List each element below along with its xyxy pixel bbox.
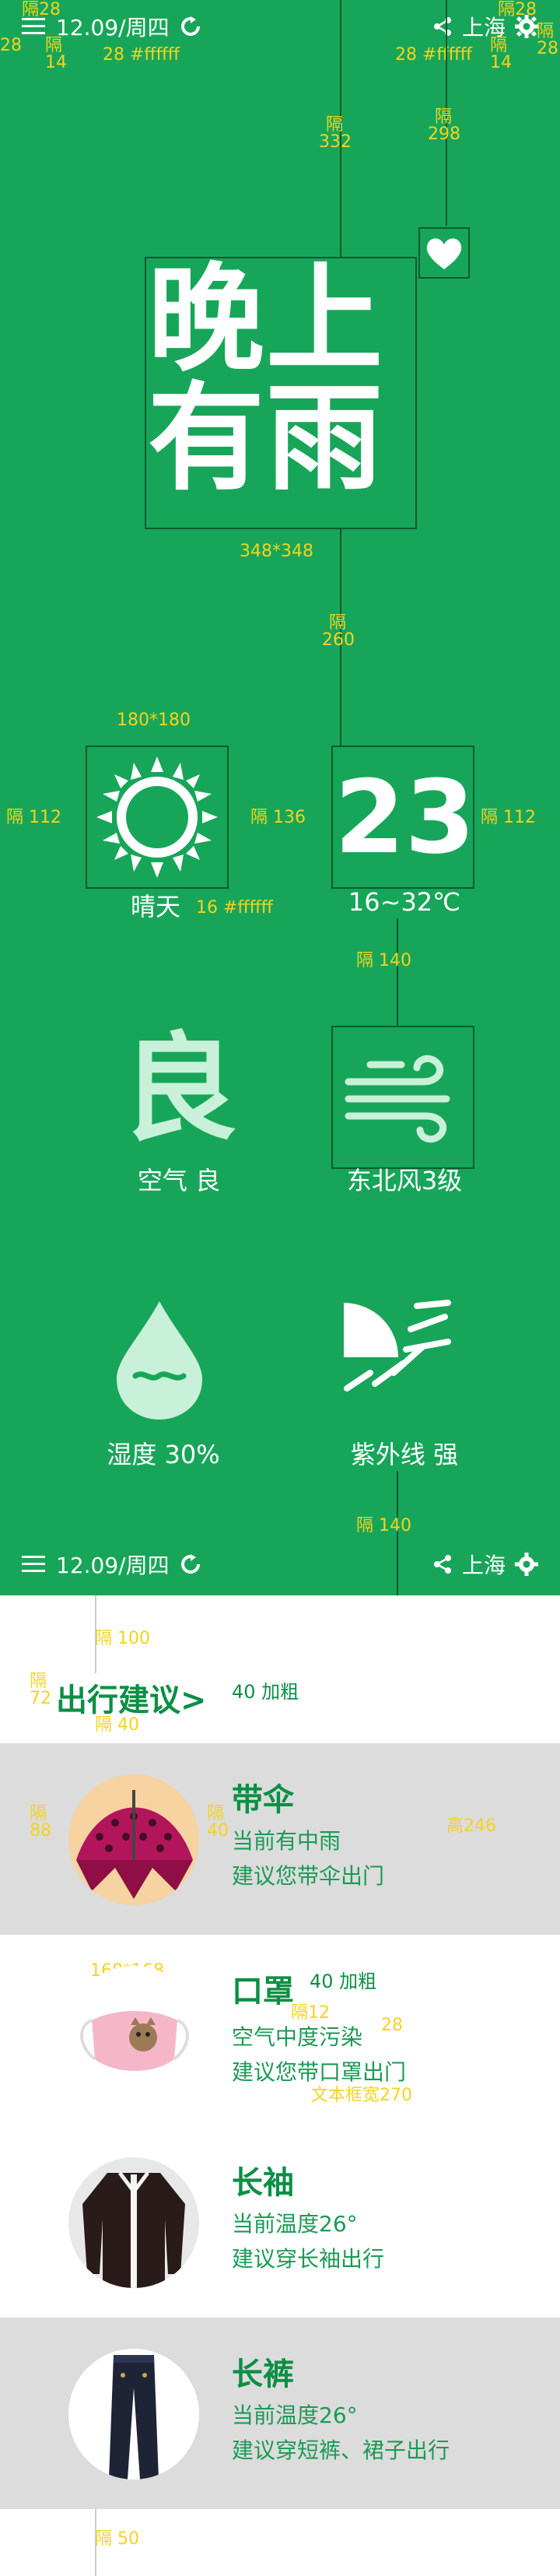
annotation: 隔72 — [30, 1672, 51, 1708]
guide-line — [397, 918, 398, 1027]
annotation: 隔28 — [22, 0, 61, 19]
annotation: 隔 136 — [250, 808, 306, 827]
top-bar-left: 12.09/周四 — [22, 1549, 201, 1580]
advice-line: 建议您带口罩出门 — [232, 2058, 407, 2085]
top-bar: 12.09/周四 上海 — [0, 0, 560, 47]
advice-text: 当前温度26° 建议穿短裤、裙子出行 — [232, 2399, 450, 2469]
annotation: 隔 50 — [95, 2529, 139, 2549]
advice-row[interactable]: 长裤 当前温度26° 建议穿短裤、裙子出行 — [0, 2318, 560, 2509]
annotation: 隔260 — [322, 613, 355, 650]
annotation: 隔40 — [207, 1804, 229, 1841]
mask-image — [68, 1966, 199, 2097]
advice-title[interactable]: 出行建议> — [56, 1675, 207, 1720]
advice-line: 当前温度26° — [232, 2211, 358, 2237]
city-text[interactable]: 上海 — [462, 1549, 506, 1580]
annotation: 16 #ffffff — [196, 898, 273, 918]
advice-title-trousers: 长裤 — [232, 2357, 294, 2392]
annotation: 隔 112 — [481, 808, 536, 827]
uv-label: 紫外线 强 — [350, 1440, 459, 1469]
advice-title-umbrella: 带伞 — [232, 1782, 294, 1818]
annotation: 隔12 — [291, 2003, 330, 2023]
heart-icon[interactable] — [425, 235, 464, 271]
advice-title-long-sleeve: 长袖 — [232, 2165, 294, 2201]
advice-text: 当前有中雨 建议您带伞出门 — [232, 1824, 384, 1894]
advice-text: 当前温度26° 建议穿长袖出行 — [232, 2207, 384, 2277]
advice-line: 建议穿长袖出行 — [232, 2245, 385, 2272]
annotation: 40 加粗 — [232, 1681, 299, 1703]
wind-label: 东北风3级 — [346, 1166, 463, 1195]
annotation: 隔298 — [428, 107, 460, 144]
date-text: 12.09/周四 — [56, 15, 170, 40]
sun-icon — [93, 753, 221, 881]
annotation: 隔14 — [490, 36, 512, 72]
annotation: 隔 140 — [356, 1516, 411, 1535]
refresh-icon[interactable] — [180, 16, 201, 37]
gear-icon[interactable] — [515, 1553, 538, 1576]
advice-line: 建议穿短裤、裙子出行 — [232, 2437, 450, 2463]
hero-line-2: 有雨 — [148, 371, 385, 507]
long-sleeve-image — [68, 2157, 199, 2288]
uv-icon — [339, 1298, 464, 1423]
annotation: 28 #ffffff — [103, 45, 180, 65]
advice-line: 建议您带伞出门 — [232, 1862, 385, 1889]
annotation: 28 #ffffff — [395, 45, 472, 65]
annotation: 隔88 — [30, 1804, 51, 1841]
advice-title-mask: 口罩 — [232, 1974, 294, 2009]
trousers-image — [68, 2349, 199, 2479]
advice-row[interactable]: 隔88 隔40 带伞 当前有中雨 建议您带伞出门 高246 — [0, 1743, 560, 1935]
weather-panel — [0, 0, 560, 1595]
date-text: 12.09/周四 — [56, 1553, 170, 1578]
annotation: 隔 140 — [356, 951, 411, 970]
share-icon[interactable] — [432, 16, 453, 37]
menu-icon[interactable] — [22, 1555, 45, 1574]
humidity-label: 湿度 30% — [107, 1440, 220, 1469]
annotation: 28 — [0, 36, 22, 55]
annotation: 348*348 — [240, 542, 313, 561]
humidity-drop-icon — [109, 1298, 210, 1423]
advice-line: 当前温度26° — [232, 2402, 358, 2428]
annotation: 隔14 — [45, 36, 67, 72]
advice-line: 空气中度污染 — [232, 2024, 363, 2050]
annotation: 文本框宽270 — [311, 2086, 412, 2105]
temperature-value: 23 — [334, 758, 475, 876]
annotation: 隔332 — [319, 115, 352, 152]
annotation: 隔 112 — [6, 808, 61, 827]
hero-text: 晚上 有雨 — [148, 261, 418, 499]
advice-line: 当前有中雨 — [232, 1828, 341, 1854]
annotation: 高246 — [446, 1816, 496, 1836]
top-bar-right: 上海 — [432, 1549, 538, 1580]
bottom-top-bar: 12.09/周四 上海 — [0, 1538, 560, 1585]
temperature-range: 16~32℃ — [348, 887, 461, 917]
annotation: 隔28 — [498, 0, 537, 19]
share-icon[interactable] — [432, 1554, 453, 1574]
annotation: 40 加粗 — [310, 1971, 377, 1992]
annotation: 隔 40 — [95, 1715, 139, 1735]
wind-icon — [339, 1034, 467, 1161]
refresh-icon[interactable] — [180, 1554, 201, 1574]
annotation: 隔 100 — [95, 1629, 150, 1648]
advice-row[interactable]: 168*168 口罩 40 加粗 隔12 28 空气中度污染 建议您带口罩出门 … — [0, 1935, 560, 2126]
advice-text: 空气中度污染 建议您带口罩出门 — [232, 2020, 406, 2090]
menu-icon[interactable] — [22, 17, 45, 36]
umbrella-image — [68, 1774, 199, 1905]
advice-row[interactable]: 长袖 当前温度26° 建议穿长袖出行 — [0, 2126, 560, 2318]
air-quality-char: 良 — [120, 1022, 237, 1157]
annotation: 隔28 — [537, 22, 558, 58]
hero-line-1: 晚上 — [148, 252, 385, 388]
annotation: 180*180 — [117, 711, 191, 730]
air-quality-label: 空气 良 — [137, 1166, 221, 1195]
